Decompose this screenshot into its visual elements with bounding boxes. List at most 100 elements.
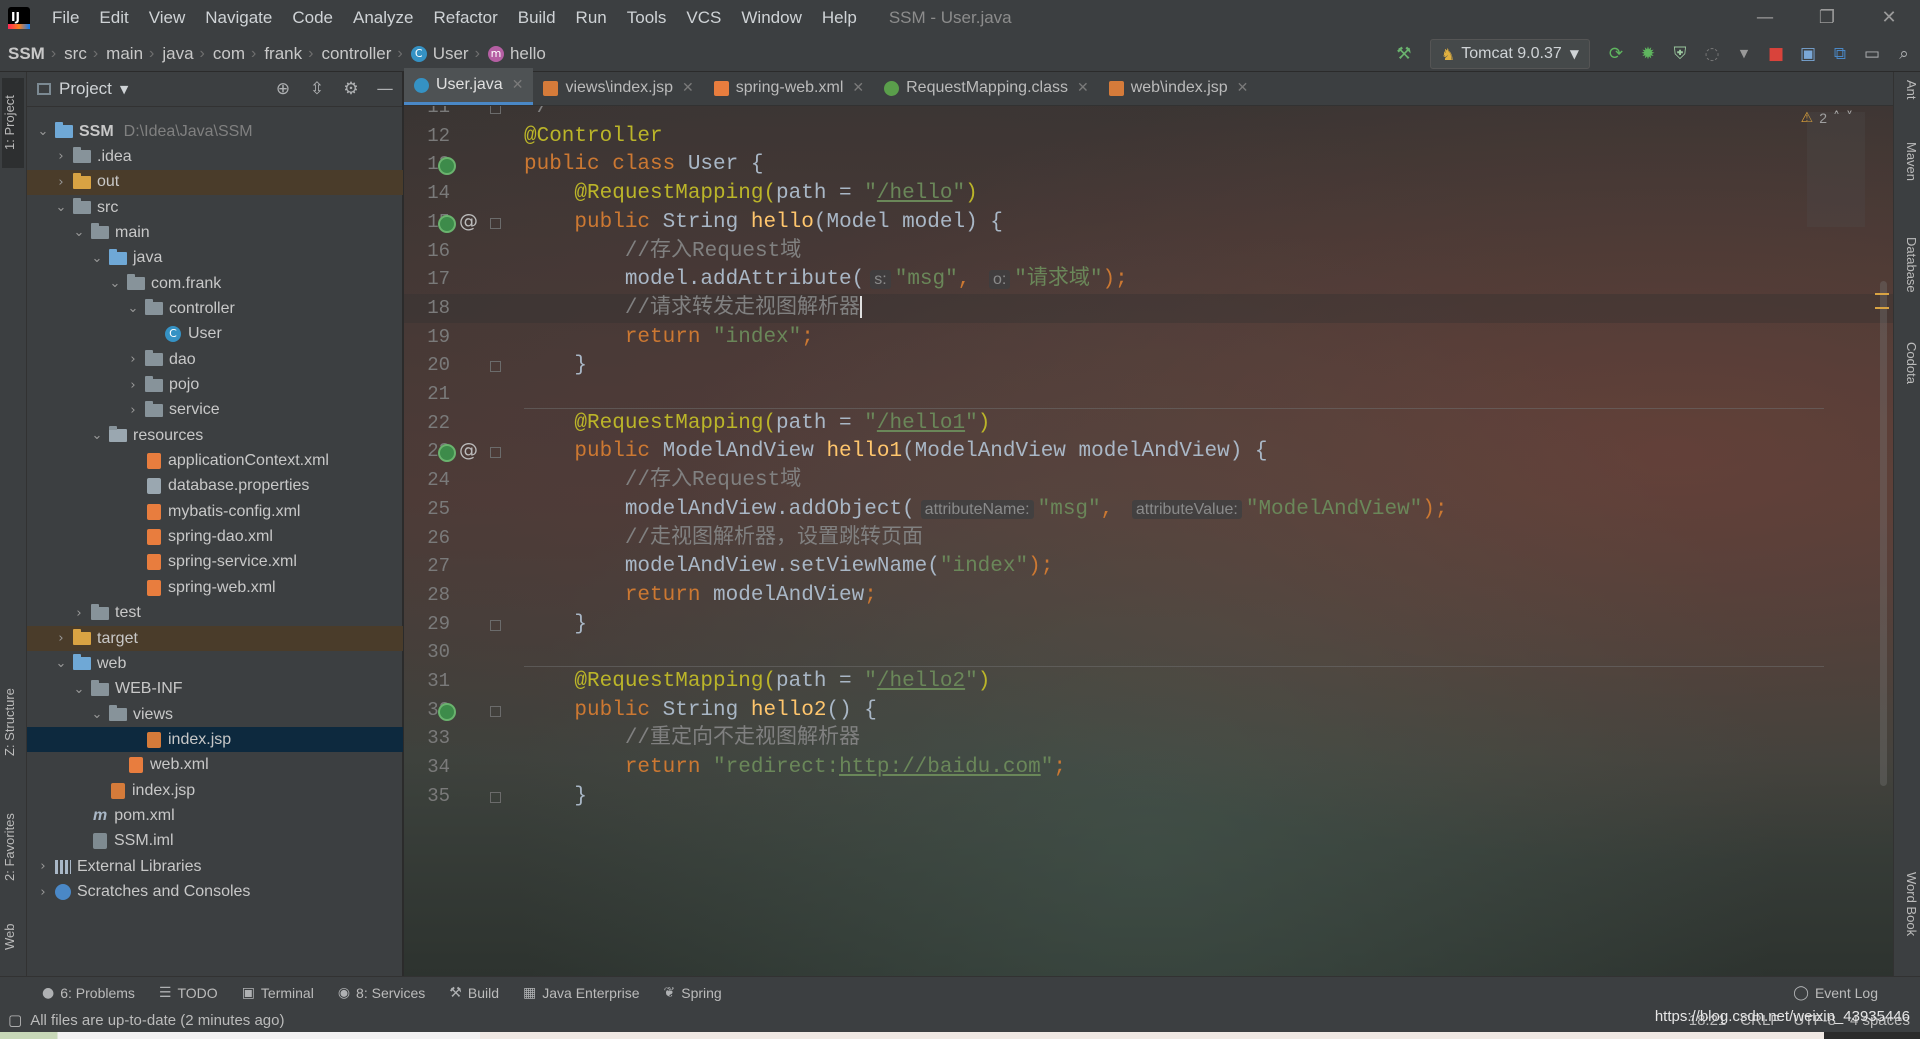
menu-view[interactable]: View [139, 0, 196, 36]
menu-code[interactable]: Code [282, 0, 343, 36]
breadcrumb-item[interactable]: main [98, 44, 149, 64]
spring-bean-gutter-icon[interactable] [438, 444, 456, 463]
fold-marker-icon[interactable] [490, 705, 501, 717]
tree-item[interactable]: index.jsp [27, 778, 403, 803]
project-structure-icon[interactable]: ▣ [1792, 36, 1824, 72]
chevron-down-icon[interactable]: ▼ [120, 83, 128, 96]
tree-item[interactable]: ⌄ controller [27, 296, 403, 321]
tree-item[interactable]: ⌄ main [27, 220, 403, 245]
tree-item[interactable]: web.xml [27, 753, 403, 778]
tree-item[interactable]: database.properties [27, 474, 403, 499]
tree-item[interactable]: ⌄ src [27, 195, 403, 220]
menu-vcs[interactable]: VCS [676, 0, 731, 36]
chevron-right-icon[interactable]: › [35, 859, 51, 874]
chevron-right-icon[interactable]: › [35, 885, 51, 900]
tree-item[interactable]: › service [27, 398, 403, 423]
tree-item[interactable]: › .idea [27, 144, 403, 169]
tool-tab[interactable]: ⚒ Build [437, 985, 511, 1001]
tree-item[interactable]: m pom.xml [27, 803, 403, 828]
tree-item[interactable]: ⌄ resources [27, 423, 403, 448]
warning-marker[interactable] [1875, 307, 1889, 309]
structure-tool-tab[interactable]: Z: Structure [2, 672, 24, 772]
stop-icon[interactable]: ■ [1760, 36, 1792, 72]
menu-refactor[interactable]: Refactor [423, 0, 507, 36]
presentation-icon[interactable]: ▭ [1856, 36, 1888, 72]
tool-tab[interactable]: ▣ Terminal [230, 985, 326, 1001]
menu-help[interactable]: Help [812, 0, 867, 36]
ant-tool-tab[interactable]: Ant [1897, 80, 1919, 100]
debug-icon[interactable]: ✹ [1632, 36, 1664, 72]
tree-item[interactable]: › target [27, 626, 403, 651]
project-tool-tab[interactable]: 1: Project [2, 78, 24, 168]
editor-tab[interactable]: spring-web.xml ✕ [704, 71, 874, 105]
status-square-icon[interactable]: ▢ [8, 1011, 22, 1029]
chevron-right-icon[interactable]: › [125, 378, 141, 393]
rerun-icon[interactable]: ⟳ [1600, 36, 1632, 72]
tree-item[interactable]: spring-service.xml [27, 550, 403, 575]
tree-item[interactable]: ⌄ WEB-INF [27, 677, 403, 702]
warning-marker[interactable] [1875, 293, 1889, 295]
fold-marker-icon[interactable] [490, 361, 501, 373]
breadcrumb-item[interactable]: SSM [0, 44, 51, 64]
chevron-right-icon[interactable]: › [125, 403, 141, 418]
hide-icon[interactable]: — [368, 79, 402, 99]
spring-bean-gutter-icon[interactable] [438, 702, 456, 721]
close-icon[interactable]: ✕ [682, 80, 694, 96]
scroll-thumb[interactable] [1880, 281, 1887, 786]
tool-tab[interactable]: ☰ TODO [147, 985, 230, 1001]
chevron-down-icon[interactable]: ⌄ [89, 428, 105, 443]
tree-item[interactable]: SSM.iml [27, 829, 403, 854]
menu-edit[interactable]: Edit [89, 0, 138, 36]
tool-tab[interactable]: ● 6: Problems [30, 985, 147, 1001]
tree-item[interactable]: C User [27, 322, 403, 347]
tree-item[interactable]: spring-web.xml [27, 575, 403, 600]
close-icon[interactable]: ✕ [512, 77, 524, 93]
favorites-tool-tab[interactable]: 2: Favorites [2, 797, 24, 897]
locate-icon[interactable]: ⊕ [266, 79, 300, 99]
annotation-gutter-icon[interactable]: @ [459, 439, 478, 461]
editor-tab[interactable]: User.java ✕ [404, 68, 534, 105]
gear-icon[interactable]: ⚙ [334, 79, 368, 99]
chevron-down-icon[interactable]: ⌄ [107, 276, 123, 291]
chevron-right-icon[interactable]: › [53, 149, 69, 164]
chevron-right-icon[interactable]: › [125, 352, 141, 367]
restore-icon[interactable]: ❐ [1796, 0, 1858, 36]
chevron-down-icon[interactable]: ⌄ [125, 301, 141, 316]
close-icon[interactable]: ✕ [1237, 80, 1249, 96]
close-icon[interactable]: ✕ [1077, 80, 1089, 96]
close-icon[interactable]: ✕ [1858, 0, 1920, 36]
codota-tool-tab[interactable]: Codota [1897, 342, 1919, 384]
tool-tab[interactable]: ▦ Java Enterprise [511, 985, 652, 1001]
web-tool-tab[interactable]: Web [2, 912, 24, 962]
chevron-down-icon[interactable]: ⌄ [89, 707, 105, 722]
menu-tools[interactable]: Tools [617, 0, 677, 36]
collapse-all-icon[interactable]: ⇳ [300, 79, 334, 99]
tree-item[interactable]: ⌄ web [27, 651, 403, 676]
coverage-icon[interactable]: ⛨ [1664, 36, 1696, 72]
fold-marker-icon[interactable] [490, 217, 501, 229]
breadcrumb-class[interactable]: C User [403, 44, 475, 64]
fold-marker-icon[interactable] [490, 619, 501, 631]
chevron-down-icon[interactable]: ⌄ [89, 251, 105, 266]
translate-icon[interactable]: ⧉ [1824, 36, 1856, 72]
more-run-icon[interactable]: ▼ [1728, 36, 1760, 72]
breadcrumb-item[interactable]: frank [256, 44, 308, 64]
spring-bean-gutter-icon[interactable] [438, 214, 456, 233]
tree-item[interactable]: › out [27, 169, 403, 195]
breadcrumb-item[interactable]: java [154, 44, 199, 64]
tree-item[interactable]: › External Libraries [27, 854, 403, 879]
chevron-right-icon[interactable]: › [53, 631, 69, 646]
build-hammer-icon[interactable]: ⚒ [1388, 36, 1420, 72]
tree-item[interactable]: ⌄ java [27, 246, 403, 271]
chevron-down-icon[interactable]: ⌄ [71, 225, 87, 240]
profile-icon[interactable]: ◌ [1696, 36, 1728, 72]
tool-tab[interactable]: ◉ 8: Services [326, 985, 437, 1001]
menu-build[interactable]: Build [508, 0, 566, 36]
menu-file[interactable]: File [42, 0, 89, 36]
tree-item[interactable]: › pojo [27, 373, 403, 398]
wordbook-tool-tab[interactable]: Word Book [1897, 872, 1919, 936]
editor-tab[interactable]: RequestMapping.class ✕ [874, 71, 1099, 105]
project-panel-title[interactable]: Project [59, 79, 112, 99]
tree-item[interactable]: › Scratches and Consoles [27, 880, 403, 905]
spring-bean-gutter-icon[interactable] [438, 157, 456, 176]
